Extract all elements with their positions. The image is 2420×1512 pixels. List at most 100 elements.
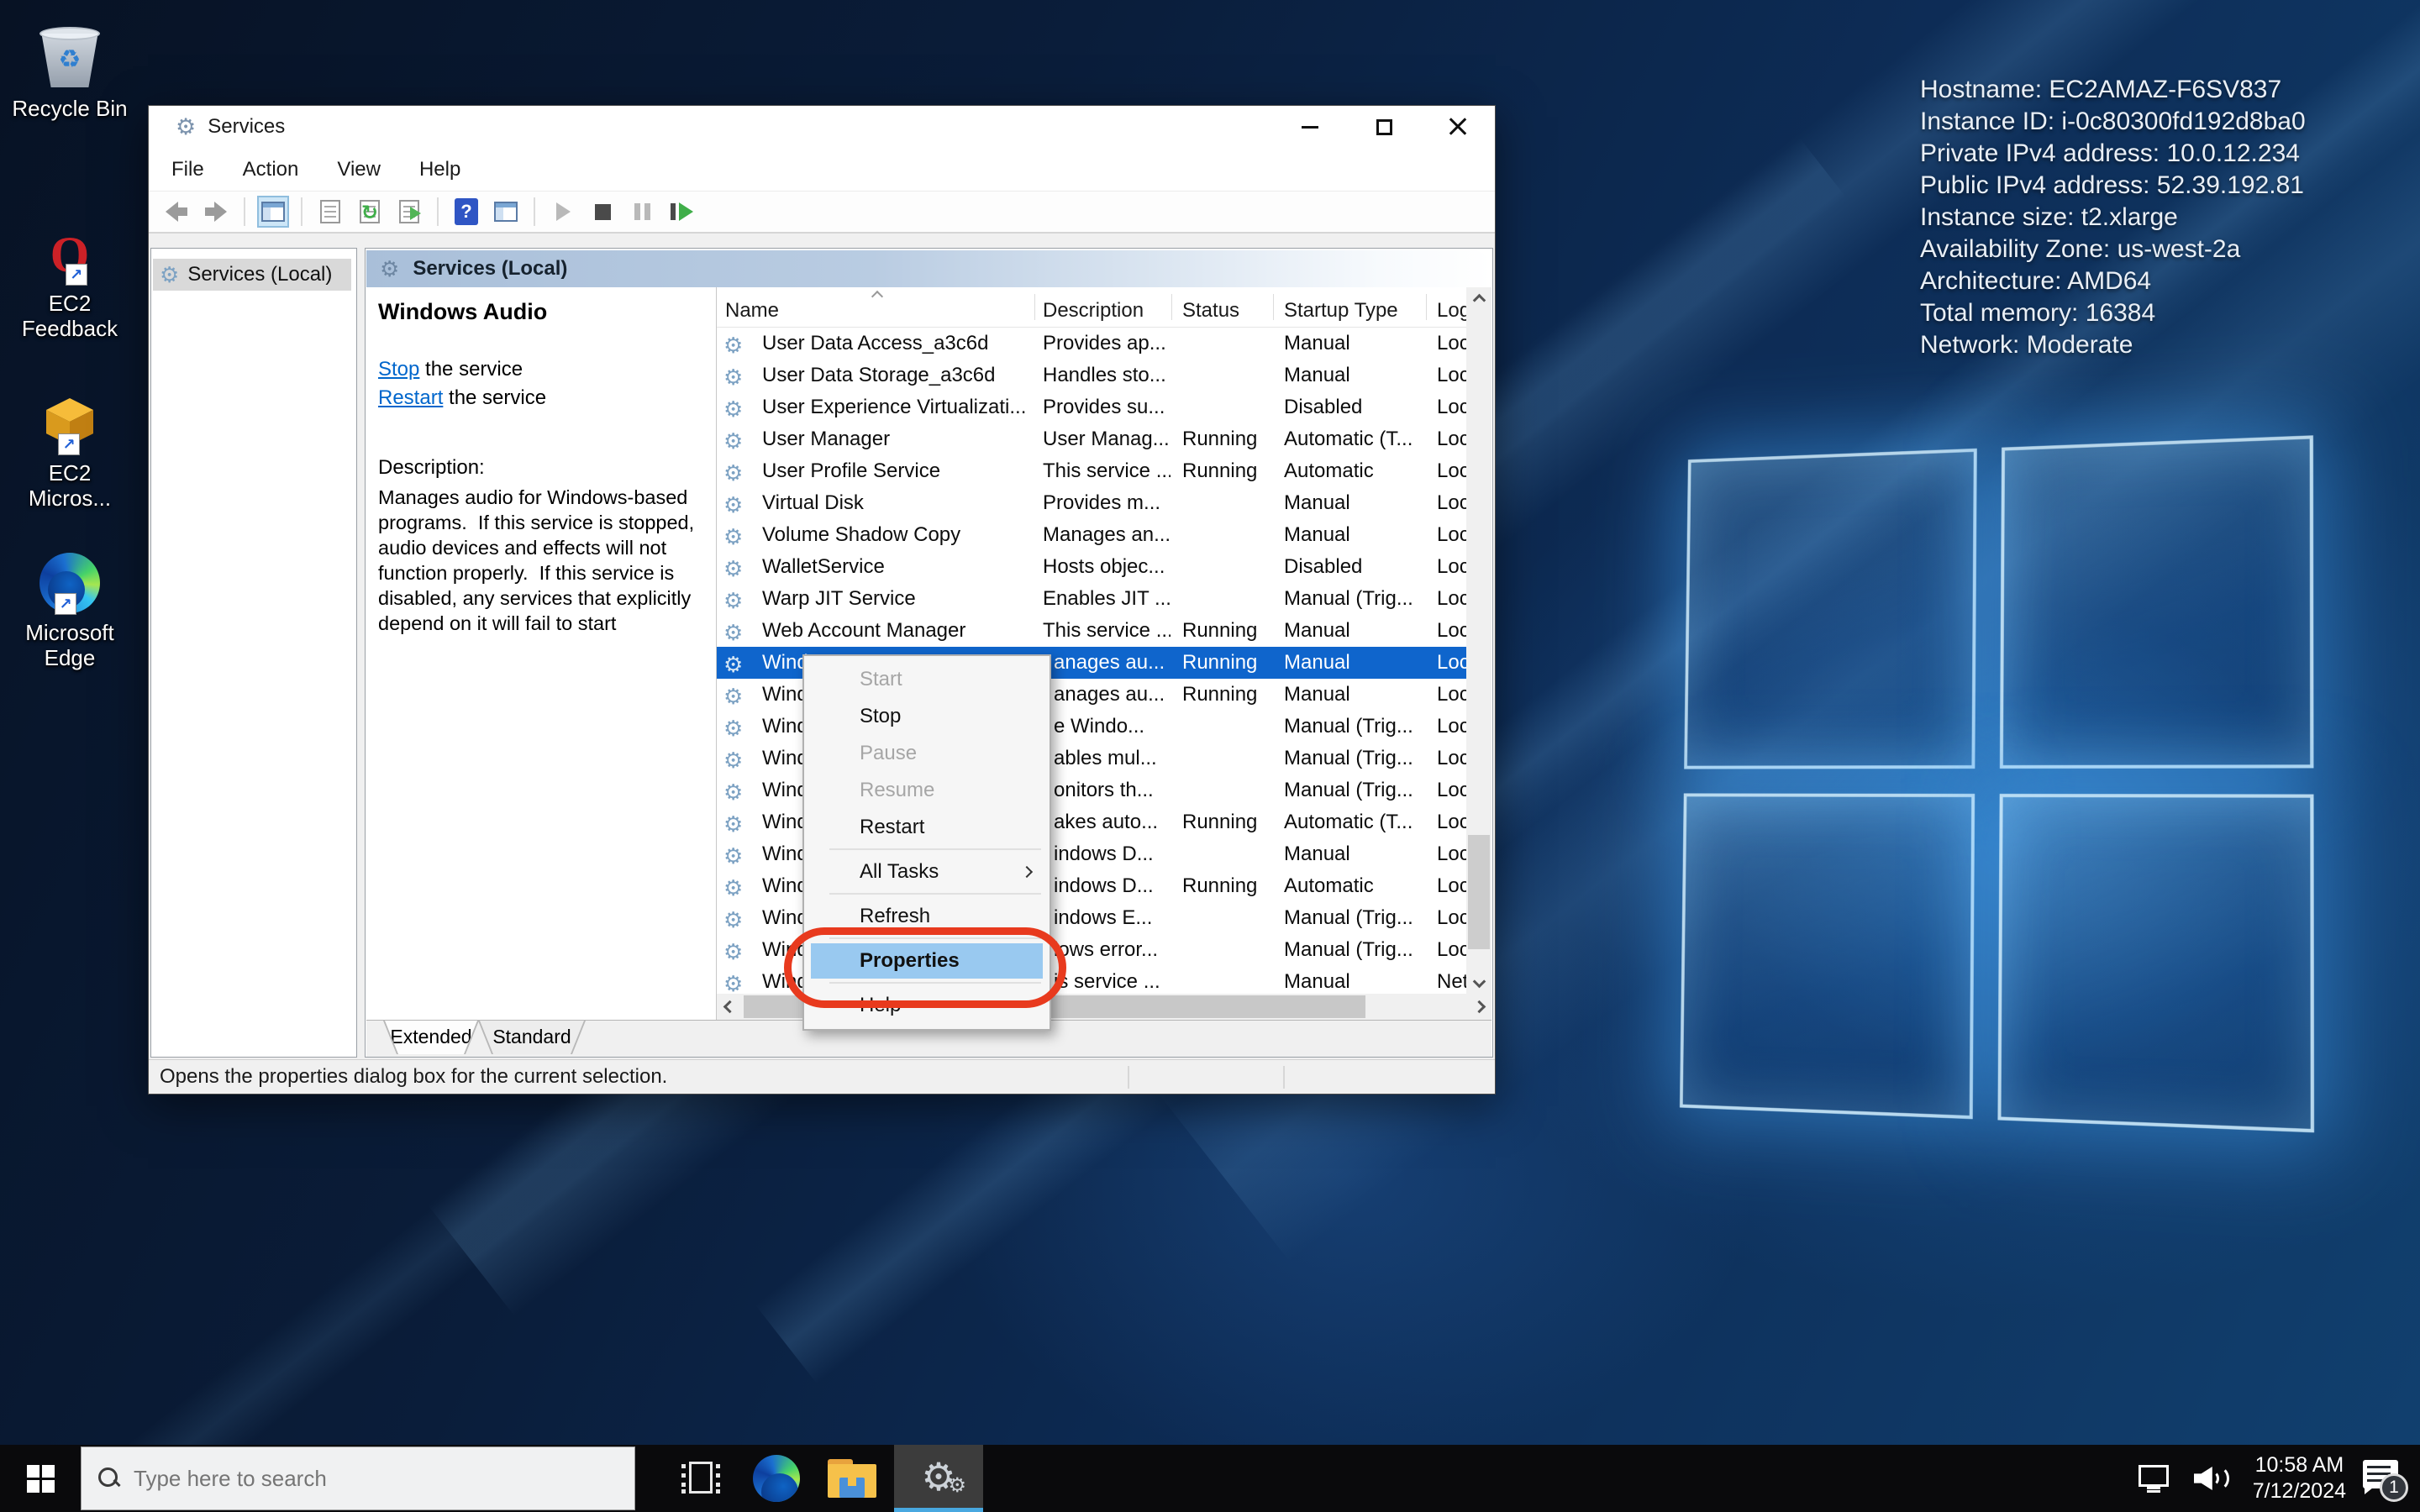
- export-list-button[interactable]: [393, 196, 425, 228]
- cell-description: User Manag...: [1043, 423, 1171, 455]
- cell-logon: Loca: [1437, 774, 1466, 806]
- context-menu-item-resume[interactable]: Resume: [804, 772, 1050, 809]
- cell-name: Virtual Disk: [762, 487, 1038, 519]
- context-menu-item-stop[interactable]: Stop: [804, 698, 1050, 735]
- service-description: Manages audio for Windows-based programs…: [378, 485, 708, 636]
- restart-service-button[interactable]: [666, 196, 697, 228]
- windows-logo-pane: [2000, 435, 2314, 769]
- restart-service-link[interactable]: Restart: [378, 386, 443, 409]
- vertical-scrollbar[interactable]: [1466, 287, 1491, 994]
- column-header-0[interactable]: Name: [725, 287, 1028, 328]
- maximize-icon: [1376, 119, 1392, 135]
- column-separator[interactable]: [1426, 294, 1427, 320]
- task-view-button[interactable]: [669, 1445, 733, 1512]
- maximize-button[interactable]: [1347, 106, 1421, 148]
- scroll-down-button[interactable]: [1466, 969, 1491, 994]
- context-menu-item-refresh[interactable]: Refresh: [804, 898, 1050, 935]
- context-menu-item-pause[interactable]: Pause: [804, 735, 1050, 772]
- scroll-up-button[interactable]: [1466, 287, 1491, 312]
- scroll-left-button[interactable]: [717, 994, 742, 1020]
- cell-startup: Manual (Trig...: [1284, 711, 1427, 743]
- tree-item-services-local[interactable]: Services (Local): [153, 259, 351, 291]
- ec2-info-line: Hostname: EC2AMAZ-F6SV837: [1920, 74, 2306, 106]
- menubar-item-2[interactable]: View: [318, 158, 400, 181]
- stop-service-button[interactable]: [587, 196, 618, 228]
- context-menu-item-all-tasks[interactable]: All Tasks: [804, 853, 1050, 890]
- desktop-icon-label: EC2: [7, 460, 133, 486]
- minimize-button[interactable]: [1273, 106, 1347, 148]
- context-menu-item-help[interactable]: Help: [804, 987, 1050, 1024]
- cell-logon: Loca: [1437, 711, 1466, 743]
- cell-logon: Loca: [1437, 519, 1466, 551]
- service-row[interactable]: WalletServiceHosts objec...DisabledLoca: [717, 551, 1466, 583]
- close-button[interactable]: [1421, 106, 1495, 148]
- taskbar-file-explorer-button[interactable]: [820, 1445, 884, 1512]
- service-row[interactable]: User Experience Virtualizati...Provides …: [717, 391, 1466, 423]
- menubar-item-0[interactable]: File: [152, 158, 224, 181]
- network-icon[interactable]: [2137, 1463, 2172, 1494]
- pause-service-button[interactable]: [626, 196, 658, 228]
- context-menu-item-restart[interactable]: Restart: [804, 809, 1050, 846]
- column-header-1[interactable]: Description: [1043, 287, 1171, 328]
- desktop-icon-microsoft-edge[interactable]: Microsoft Edge: [7, 536, 133, 670]
- clock-date: 7/12/2024: [2253, 1478, 2346, 1504]
- cell-description: e Windo...: [1054, 711, 1181, 743]
- taskbar-search[interactable]: [81, 1446, 635, 1510]
- desktop-icon-label: Recycle Bin: [7, 96, 133, 121]
- menubar-item-1[interactable]: Action: [224, 158, 318, 181]
- context-menu-item-start[interactable]: Start: [804, 661, 1050, 698]
- restart-service-suffix: the service: [443, 386, 546, 409]
- shortcut-arrow-icon: [66, 264, 87, 286]
- column-header-2[interactable]: Status: [1182, 287, 1276, 328]
- tab-extended[interactable]: Extended: [385, 1021, 477, 1054]
- context-menu-item-properties[interactable]: Properties: [804, 942, 1050, 979]
- show-console-tree-button[interactable]: [257, 196, 289, 228]
- ec2-info-line: Network: Moderate: [1920, 329, 2306, 361]
- task-view-icon: [681, 1462, 720, 1495]
- desktop-icon-ec2-feedback[interactable]: Q EC2 Feedback: [7, 207, 133, 341]
- back-button[interactable]: [160, 196, 192, 228]
- service-row[interactable]: User Data Storage_a3c6dHandles sto...Man…: [717, 360, 1466, 391]
- context-menu-item-label: Restart: [860, 816, 924, 838]
- context-menu-separator: [829, 982, 1041, 984]
- cell-description: Handles sto...: [1043, 360, 1171, 391]
- service-row[interactable]: Virtual DiskProvides m...ManualLoca: [717, 487, 1466, 519]
- volume-icon[interactable]: [2194, 1463, 2234, 1494]
- menubar-item-3[interactable]: Help: [400, 158, 480, 181]
- stop-service-link[interactable]: Stop: [378, 358, 419, 381]
- cell-status: Running: [1182, 423, 1275, 455]
- desktop-icon-ec2-microsoft[interactable]: EC2 Micros...: [7, 376, 133, 511]
- service-row[interactable]: Web Account ManagerThis service ...Runni…: [717, 615, 1466, 647]
- taskbar-clock[interactable]: 10:58 AM 7/12/2024: [2253, 1452, 2346, 1504]
- service-row[interactable]: User ManagerUser Manag...RunningAutomati…: [717, 423, 1466, 455]
- notification-center-button[interactable]: 1: [2361, 1455, 2408, 1502]
- service-row[interactable]: Volume Shadow CopyManages an...ManualLoc…: [717, 519, 1466, 551]
- column-separator[interactable]: [1273, 294, 1274, 320]
- cell-logon: Loca: [1437, 902, 1466, 934]
- service-row[interactable]: User Data Access_a3c6dProvides ap...Manu…: [717, 328, 1466, 360]
- search-input[interactable]: [134, 1466, 587, 1492]
- column-separator[interactable]: [1171, 294, 1172, 320]
- properties-toolbar-button[interactable]: [314, 196, 346, 228]
- taskbar-services-button-active[interactable]: [894, 1445, 983, 1512]
- column-header-3[interactable]: Startup Type: [1284, 287, 1428, 328]
- start-service-button[interactable]: [547, 196, 579, 228]
- column-separator[interactable]: [1034, 294, 1035, 320]
- service-row[interactable]: Warp JIT ServiceEnables JIT ...Manual (T…: [717, 583, 1466, 615]
- service-row[interactable]: User Profile ServiceThis service ...Runn…: [717, 455, 1466, 487]
- taskbar-edge-button[interactable]: [744, 1445, 808, 1512]
- show-action-pane-button[interactable]: [490, 196, 522, 228]
- forward-button[interactable]: [200, 196, 232, 228]
- tab-standard[interactable]: Standard: [480, 1021, 584, 1054]
- desktop-icon-recycle-bin[interactable]: Recycle Bin: [7, 12, 133, 121]
- start-button[interactable]: [0, 1445, 81, 1512]
- console-tree-panel: Services (Local): [150, 248, 357, 1058]
- cell-startup: Manual: [1284, 647, 1427, 679]
- refresh-toolbar-button[interactable]: ↻: [354, 196, 386, 228]
- help-toolbar-button[interactable]: ?: [450, 196, 482, 228]
- vertical-scroll-thumb[interactable]: [1468, 835, 1490, 949]
- services-local-header-band: Services (Local): [366, 250, 1491, 287]
- scroll-right-button[interactable]: [1466, 994, 1491, 1020]
- service-gear-icon: [723, 712, 743, 744]
- service-gear-icon: [723, 936, 743, 968]
